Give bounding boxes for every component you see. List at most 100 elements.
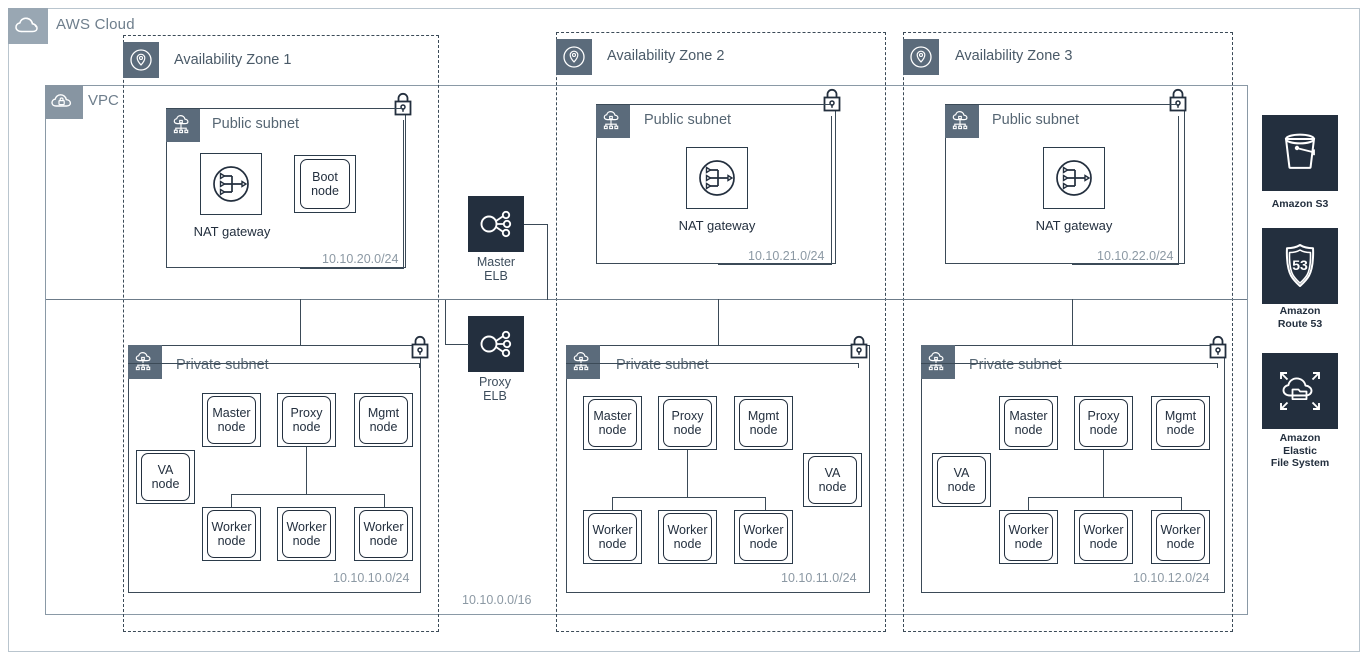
node-label-line1: Proxy <box>671 409 704 423</box>
az3-worker-node-1: Worker node <box>999 510 1058 564</box>
elb-label-line1: Master <box>476 255 516 269</box>
az2-mgmt-node: Mgmt node <box>734 396 793 450</box>
node-label-line2: node <box>1166 423 1195 437</box>
az2-nat-gateway-icon-box <box>686 147 748 209</box>
node-label-line2: node <box>749 537 778 551</box>
lock-icon <box>819 86 845 116</box>
public-subnet-icon <box>945 104 979 138</box>
architecture-diagram: AWS Cloud VPC 10.10.0.0/16 Availability … <box>0 0 1368 665</box>
master-elb-to-bus-line <box>547 224 548 300</box>
node-label-line1: Proxy <box>290 406 323 420</box>
node-label-line2: node <box>369 420 398 434</box>
az2-private-subnet-drop <box>718 299 719 345</box>
az2-public-subnet-label: Public subnet <box>644 112 732 128</box>
vpc-label: VPC <box>88 92 119 109</box>
az1-private-subnet-label: Private subnet <box>176 357 269 373</box>
node-label-line2: node <box>673 537 702 551</box>
node-label-line1: Worker <box>1160 523 1201 537</box>
cloud-icon <box>8 8 48 44</box>
amazon-efs-label: Amazon Elastic File System <box>1250 432 1350 470</box>
az1-public-subnet-riser <box>403 120 404 268</box>
svg-text:53: 53 <box>1292 257 1308 273</box>
public-subnet-icon <box>596 104 630 138</box>
node-label-line1: VA <box>824 466 841 480</box>
proxy-elb-to-bus-line <box>445 300 446 345</box>
az3-private-top-line <box>921 363 1218 364</box>
az1-worker1-vline <box>231 494 232 507</box>
az3-private-subnet-cidr: 10.10.12.0/24 <box>1133 571 1210 585</box>
node-label-line2: node <box>598 423 627 437</box>
node-label-line2: node <box>598 537 627 551</box>
az1-worker-node-1: Worker node <box>202 507 261 561</box>
service-label-line2: Route 53 <box>1277 317 1323 330</box>
az1-mgmt-node: Mgmt node <box>354 393 413 447</box>
az3-proxy-node: Proxy node <box>1074 396 1133 450</box>
node-label-line2: node <box>217 420 246 434</box>
node-label-line1: Master <box>1009 409 1048 423</box>
az1-public-top-line <box>166 108 404 109</box>
node-label-line2: node <box>151 477 180 491</box>
amazon-s3-label: Amazon S3 <box>1250 198 1350 211</box>
lock-icon <box>407 333 433 363</box>
az2-worker-bus <box>612 497 765 498</box>
az3-worker1-vline <box>1028 497 1029 510</box>
az1-worker-node-3: Worker node <box>354 507 413 561</box>
node-label-line1: VA <box>157 463 174 477</box>
az3-nat-gateway-label: NAT gateway <box>1035 218 1113 233</box>
az2-worker-node-1: Worker node <box>583 510 642 564</box>
amazon-route-53-icon[interactable]: 53 <box>1262 228 1338 304</box>
public-subnet-icon <box>166 108 200 142</box>
az3-worker-bus <box>1028 497 1181 498</box>
master-elb-label: Master ELB <box>456 255 536 283</box>
az2-proxy-node: Proxy node <box>658 396 717 450</box>
az3-master-node: Master node <box>999 396 1058 450</box>
private-subnet-icon <box>566 345 600 379</box>
az2-private-subnet-label: Private subnet <box>616 357 709 373</box>
node-label-line2: node <box>1089 423 1118 437</box>
az2-worker-node-3: Worker node <box>734 510 793 564</box>
node-label-line2: node <box>311 184 339 198</box>
node-label-line1: Master <box>593 409 632 423</box>
az1-proxy-node: Proxy node <box>277 393 336 447</box>
node-label-line1: Worker <box>1008 523 1049 537</box>
node-label-line2: node <box>947 480 976 494</box>
az2-master-node: Master node <box>583 396 642 450</box>
az1-va-node: VA node <box>136 450 195 504</box>
elb-label-line2: ELB <box>483 389 507 403</box>
node-label-line1: Worker <box>1083 523 1124 537</box>
proxy-elb-icon[interactable] <box>468 316 524 372</box>
az2-public-to-bus-line <box>718 264 832 265</box>
az1-nat-gateway-icon-box <box>200 153 262 215</box>
service-label-line2: Elastic <box>1283 444 1317 457</box>
proxy-elb-out-line <box>445 344 469 345</box>
az3-public-subnet-label: Public subnet <box>992 112 1080 128</box>
az3-worker3-vline <box>1181 497 1182 510</box>
az3-proxy-to-workers-vline <box>1103 450 1104 497</box>
service-label-line1: Amazon <box>1279 432 1321 444</box>
az1-public-subnet-cidr: 10.10.20.0/24 <box>322 252 399 266</box>
lock-icon <box>1205 333 1231 363</box>
node-label-line2: node <box>369 534 398 548</box>
private-subnet-icon <box>128 345 162 379</box>
node-label-line2: node <box>1089 537 1118 551</box>
amazon-s3-bucket-icon[interactable] <box>1262 115 1338 191</box>
node-label-line2: node <box>292 534 321 548</box>
az3-va-node: VA node <box>932 453 991 507</box>
node-label-line1: Master <box>212 406 251 420</box>
az3-nat-gateway-icon-box <box>1043 147 1105 209</box>
az1-worker-bus <box>231 494 384 495</box>
amazon-efs-icon[interactable] <box>1262 353 1338 429</box>
service-label-line3: File System <box>1270 457 1330 469</box>
node-label-line2: node <box>749 423 778 437</box>
az2-worker1-vline <box>612 497 613 510</box>
node-label-line1: Worker <box>743 523 784 537</box>
az3-worker-node-2: Worker node <box>1074 510 1133 564</box>
amazon-route-53-label: Amazon Route 53 <box>1250 305 1350 330</box>
master-elb-icon[interactable] <box>468 196 524 252</box>
elb-label-line2: ELB <box>484 269 508 283</box>
az3-public-subnet-riser <box>1178 116 1179 264</box>
az1-public-subnet-label: Public subnet <box>212 116 300 132</box>
az3-mgmt-node: Mgmt node <box>1151 396 1210 450</box>
az1-private-top-line <box>128 363 420 364</box>
vpc-cidr-label: 10.10.0.0/16 <box>462 593 532 607</box>
